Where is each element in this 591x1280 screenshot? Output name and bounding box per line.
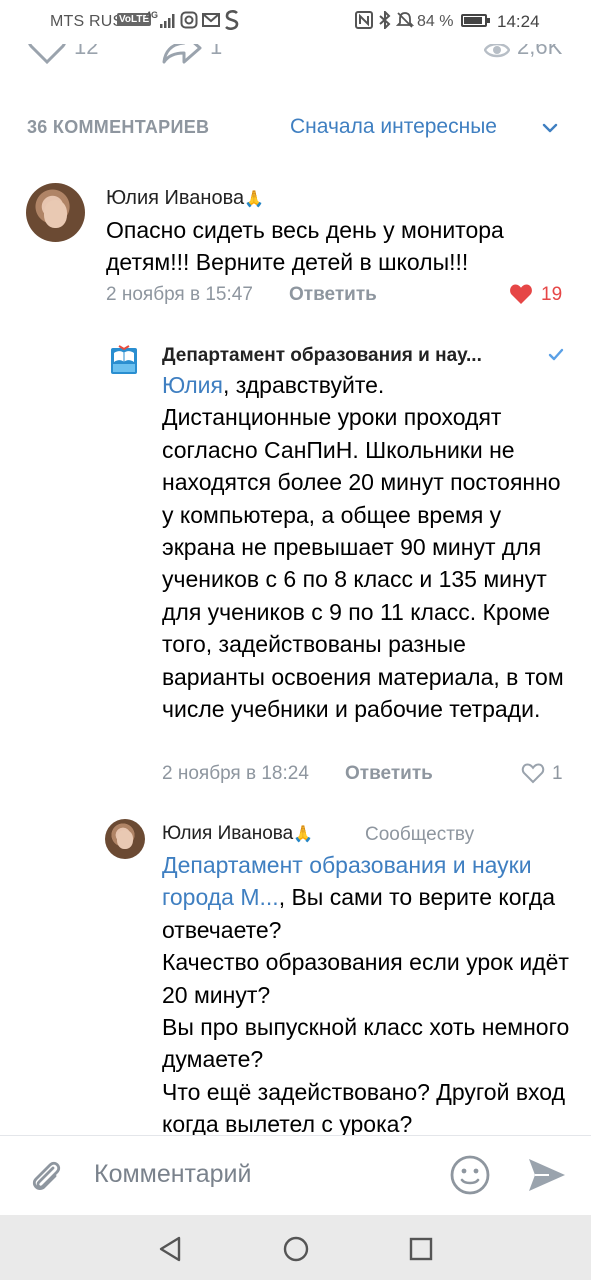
comment-text: Юлия, здравствуйте. Дистанционные уроки … [162, 369, 572, 725]
reply-button[interactable]: Ответить [345, 763, 433, 785]
signal-icon [160, 14, 175, 28]
comment-author[interactable]: Юлия Иванова🙏 [106, 187, 264, 210]
comment-author[interactable]: Юлия Иванова🙏 [162, 823, 313, 845]
mention-link[interactable]: Юлия [162, 372, 223, 398]
comment-date: 2 ноября в 15:47 [106, 284, 253, 305]
smile-icon[interactable] [449, 1154, 491, 1196]
send-icon[interactable] [527, 1156, 567, 1194]
sber-icon [225, 10, 239, 30]
comment-author[interactable]: Департамент образования и нау... [162, 345, 482, 367]
instagram-icon [180, 11, 198, 29]
organization-logo-icon[interactable] [109, 345, 139, 375]
reply-button[interactable]: Ответить [289, 284, 377, 306]
battery-percent: 84 % [417, 13, 454, 30]
comment-date: 2 ноября в 18:24 [162, 763, 309, 784]
system-nav-bar [0, 1215, 591, 1280]
author-emoji: 🙏 [293, 826, 314, 843]
heart-icon[interactable] [27, 44, 67, 64]
comment-input-bar: Комментарий [0, 1135, 591, 1216]
clock: 14:24 [497, 12, 540, 31]
post-shares-count: 1 [210, 44, 223, 59]
comments-count: 36 КОММЕНТАРИЕВ [27, 117, 210, 137]
comment-text: Департамент образования и науки города М… [162, 849, 572, 1141]
bluetooth-icon [379, 11, 391, 29]
network-type: 4G [146, 10, 159, 20]
heart-icon[interactable] [521, 762, 545, 784]
post-likes-count: 12 [74, 44, 99, 59]
paperclip-icon[interactable] [28, 1156, 64, 1196]
mail-icon [202, 13, 220, 27]
author-emoji: 🙏 [244, 191, 265, 208]
comment-body: , здравствуйте. Дистанционные уроки прох… [162, 372, 564, 723]
comment-likes-count: 1 [552, 763, 563, 784]
author-name: Юлия Иванова [106, 187, 245, 209]
battery-icon [461, 14, 490, 27]
author-name: Юлия Иванова [162, 823, 294, 844]
share-icon[interactable] [162, 44, 202, 64]
sort-selector[interactable]: Сначала интересные [290, 115, 497, 139]
reply-target[interactable]: Сообществу [365, 824, 474, 846]
comments-header: 36 КОММЕНТАРИЕВ Сначала интересные [0, 108, 591, 148]
nfc-icon [355, 11, 373, 29]
avatar[interactable] [26, 183, 85, 242]
recent-apps-icon[interactable] [408, 1236, 434, 1262]
eye-icon [484, 44, 510, 58]
verified-check-icon [548, 348, 564, 361]
comment-likes-count: 19 [541, 284, 563, 305]
post-actions: 12 1 2,6K [0, 44, 591, 70]
back-icon[interactable] [157, 1235, 183, 1263]
status-bar: MTS RUS VoLTE 4G 84 % 14:24 [0, 0, 591, 44]
comment-input[interactable]: Комментарий [94, 1160, 251, 1189]
carrier-name: MTS RUS [50, 13, 124, 30]
home-icon[interactable] [282, 1235, 310, 1263]
chevron-down-icon[interactable] [542, 122, 558, 134]
comment-text: Опасно сидеть весь день у монитора детям… [106, 217, 504, 276]
comment-body: , Вы сами то верите когда отвечаете? Кач… [162, 884, 570, 1138]
avatar[interactable] [105, 819, 145, 859]
mute-icon [396, 12, 414, 28]
post-views-count: 2,6K [517, 44, 563, 59]
heart-icon[interactable] [509, 283, 533, 305]
